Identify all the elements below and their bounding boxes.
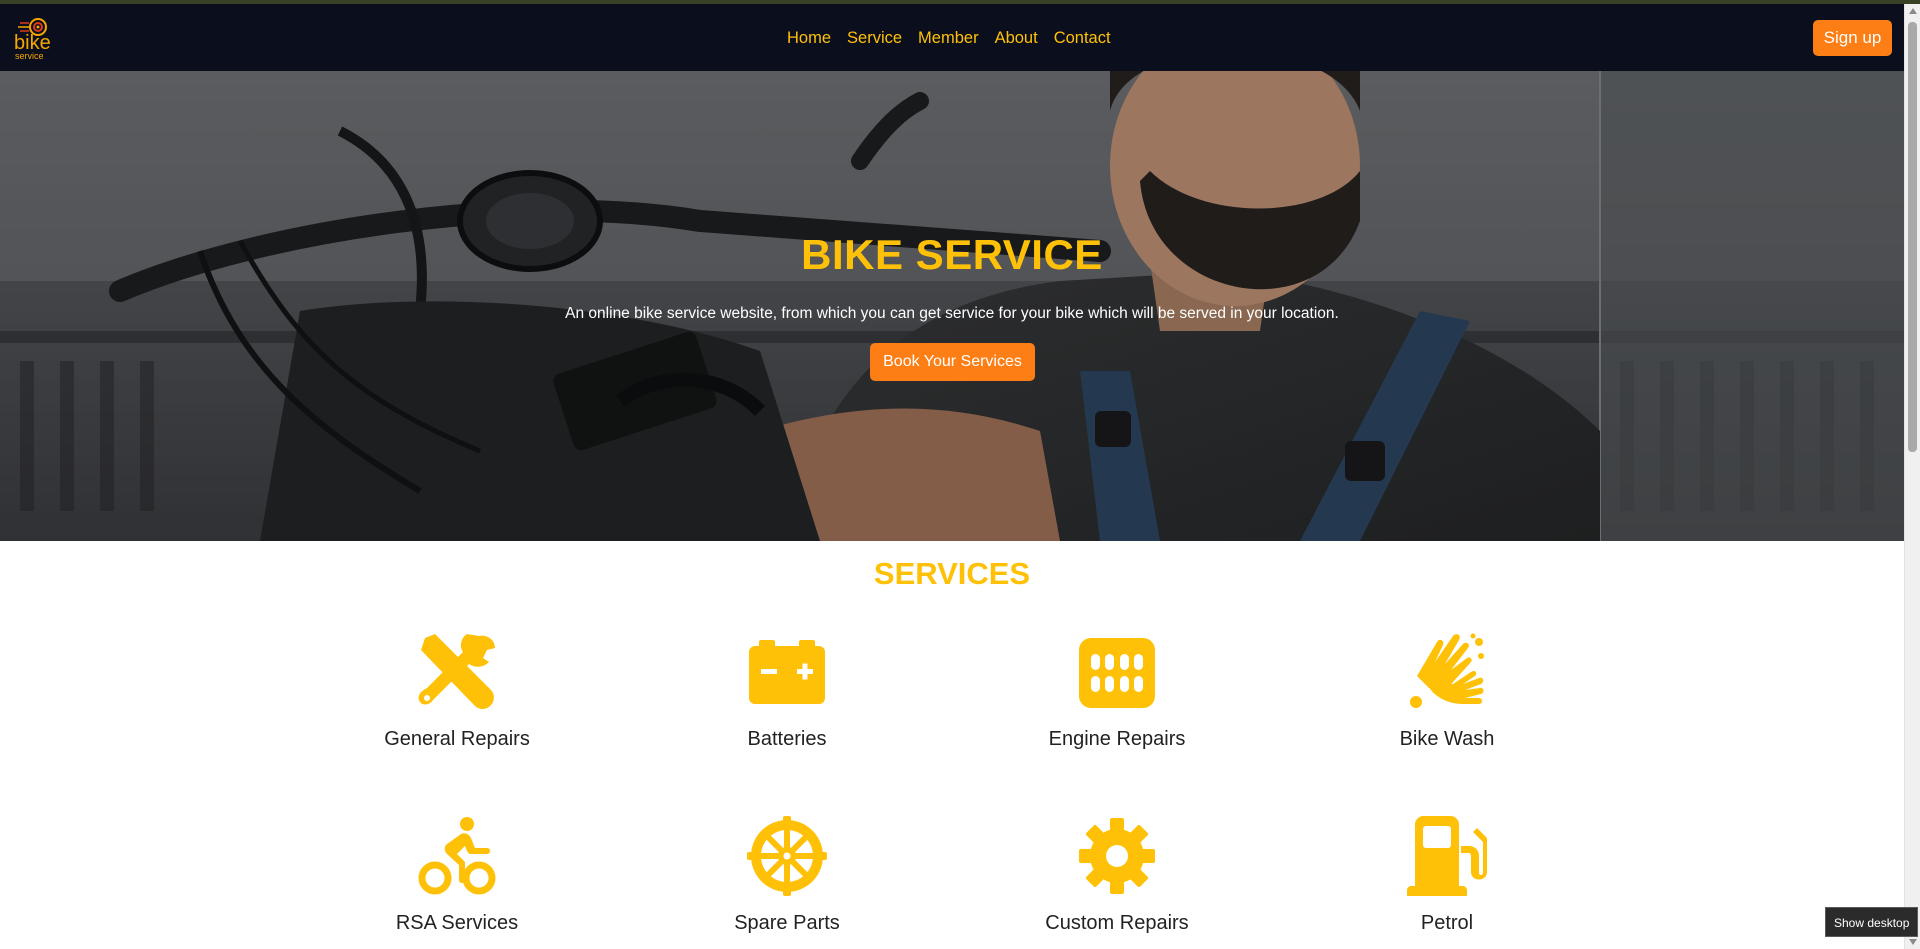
car-battery-icon bbox=[749, 640, 825, 704]
scroll-up-arrow-icon[interactable] bbox=[1909, 8, 1917, 14]
service-label: Batteries bbox=[747, 728, 827, 750]
logo-text: bike service bbox=[14, 32, 62, 61]
service-rsa-services[interactable]: RSA Services bbox=[337, 816, 577, 949]
service-label: RSA Services bbox=[395, 912, 519, 934]
service-bike-wash[interactable]: Bike Wash bbox=[1327, 632, 1567, 782]
hero-title: BIKE SERVICE bbox=[801, 231, 1103, 278]
service-spare-parts[interactable]: Spare Parts bbox=[667, 816, 907, 949]
navbar: bike service Home Service Member About C… bbox=[0, 4, 1904, 71]
signup-button[interactable]: Sign up bbox=[1813, 20, 1892, 56]
nav-member[interactable]: Member bbox=[918, 29, 979, 48]
service-petrol[interactable]: Petrol bbox=[1327, 816, 1567, 949]
service-batteries[interactable]: Batteries bbox=[667, 632, 907, 782]
page-scrollbar[interactable] bbox=[1904, 4, 1920, 949]
dharmachakra-wheel-icon bbox=[747, 816, 827, 896]
nav-service[interactable]: Service bbox=[847, 29, 902, 48]
nav-about[interactable]: About bbox=[995, 29, 1038, 48]
hero-content: BIKE SERVICE An online bike service webs… bbox=[0, 71, 1904, 541]
book-services-button[interactable]: Book Your Services bbox=[870, 343, 1035, 381]
service-label: Custom Repairs bbox=[1045, 912, 1189, 934]
scroll-thumb[interactable] bbox=[1908, 22, 1917, 452]
service-label: Bike Wash bbox=[1399, 728, 1495, 750]
services-title: SERVICES bbox=[873, 556, 1031, 591]
service-custom-repairs[interactable]: Custom Repairs bbox=[997, 816, 1237, 949]
scroll-down-arrow-icon[interactable] bbox=[1909, 939, 1917, 945]
show-desktop-tooltip: Show desktop bbox=[1825, 907, 1919, 937]
wrench-screwdriver-icon bbox=[418, 634, 495, 709]
page: bike service Home Service Member About C… bbox=[0, 0, 1920, 949]
service-label: Petrol bbox=[1420, 912, 1474, 934]
service-engine-repairs[interactable]: Engine Repairs bbox=[997, 632, 1237, 782]
nav-home[interactable]: Home bbox=[787, 29, 831, 48]
logo-line-1: bike bbox=[14, 32, 51, 54]
service-label: Spare Parts bbox=[734, 912, 840, 934]
service-label: Engine Repairs bbox=[1048, 728, 1186, 750]
nav-contact[interactable]: Contact bbox=[1054, 29, 1111, 48]
hero-description: An online bike service website, from whi… bbox=[565, 305, 1339, 322]
logo[interactable]: bike service bbox=[14, 18, 62, 64]
engine-grid-icon bbox=[1079, 638, 1155, 708]
logo-line-2: service bbox=[15, 51, 44, 61]
service-label: General Repairs bbox=[384, 728, 530, 750]
nav-links: Home Service Member About Contact bbox=[787, 29, 1111, 48]
cyclist-icon bbox=[418, 817, 496, 895]
hero-section: BIKE SERVICE An online bike service webs… bbox=[0, 71, 1904, 541]
service-general-repairs[interactable]: General Repairs bbox=[337, 632, 577, 782]
hands-wash-icon bbox=[1410, 633, 1484, 708]
gear-icon bbox=[1079, 818, 1155, 894]
gas-pump-icon bbox=[1407, 816, 1487, 896]
